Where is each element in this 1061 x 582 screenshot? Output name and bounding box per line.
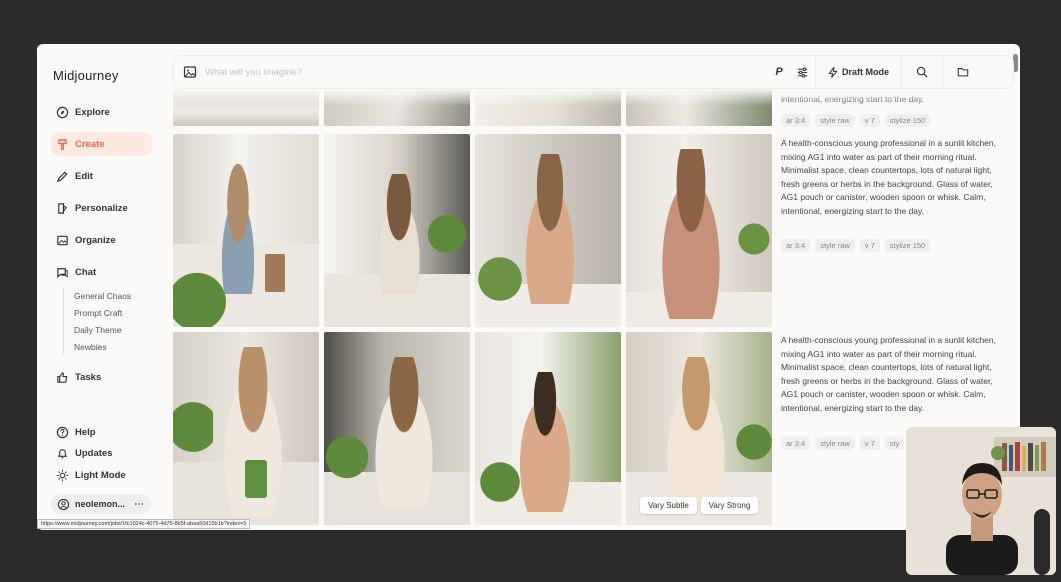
- user-avatar-icon: [56, 497, 70, 511]
- generated-image[interactable]: [173, 134, 319, 327]
- generated-image[interactable]: [173, 88, 319, 126]
- image-icon: [55, 233, 69, 247]
- thumbs-up-icon: [55, 370, 69, 384]
- username: neolemon...: [75, 499, 126, 509]
- image-upload-icon[interactable]: [183, 65, 197, 79]
- tag-version[interactable]: v 7: [859, 437, 880, 450]
- prompt-text: A health-conscious young professional in…: [781, 138, 996, 216]
- draft-mode-label: Draft Mode: [842, 67, 889, 77]
- prompt-tags: ar 3:4 style raw v 7 stylize 150: [781, 114, 931, 127]
- personalize-icon: [55, 201, 69, 215]
- sidebar-item-label: Explore: [75, 106, 110, 118]
- bell-icon: [55, 446, 69, 460]
- generated-image[interactable]: [626, 88, 772, 126]
- sidebar-item-light-mode[interactable]: Light Mode: [51, 463, 152, 487]
- sidebar-item-label: Light Mode: [75, 469, 126, 481]
- brush-icon: [55, 137, 69, 151]
- sidebar-item-label: Updates: [75, 447, 113, 459]
- webcam-overlay: [906, 427, 1056, 575]
- channel-daily-theme[interactable]: Daily Theme: [74, 325, 122, 335]
- chat-icon: [55, 265, 69, 279]
- channel-general-chaos[interactable]: General Chaos: [74, 291, 131, 301]
- generated-image[interactable]: [324, 88, 470, 126]
- tag-version[interactable]: v 7: [859, 114, 880, 127]
- tag-aspect-ratio[interactable]: ar 3:4: [781, 437, 811, 450]
- tag-aspect-ratio[interactable]: ar 3:4: [781, 114, 811, 127]
- sidebar-item-organize[interactable]: Organize: [51, 228, 152, 252]
- search-icon: [916, 66, 928, 78]
- compass-icon: [55, 105, 69, 119]
- vary-strong-button[interactable]: Vary Strong: [701, 497, 758, 514]
- draft-mode-button[interactable]: Draft Mode: [816, 58, 901, 86]
- channel-divider: [63, 288, 64, 354]
- prompt-text: A health-conscious young professional in…: [781, 335, 996, 413]
- imagine-input[interactable]: [205, 66, 765, 78]
- generated-image[interactable]: [173, 332, 319, 525]
- personalize-toggle[interactable]: P: [769, 58, 789, 86]
- app-window: Midjourney Explore Create Edit Personali…: [37, 44, 1020, 530]
- sidebar-item-explore[interactable]: Explore: [51, 100, 152, 124]
- settings-button[interactable]: [789, 58, 815, 86]
- sidebar: Midjourney Explore Create Edit Personali…: [37, 44, 167, 530]
- user-menu[interactable]: neolemon... ⋯: [51, 494, 151, 514]
- presenter-video: [906, 427, 1056, 575]
- tag-style[interactable]: style raw: [815, 437, 855, 450]
- generated-image[interactable]: [324, 332, 470, 525]
- generated-image[interactable]: [626, 134, 772, 327]
- folder-icon: [957, 68, 969, 77]
- sidebar-item-label: Help: [75, 426, 96, 438]
- prompt-tags: ar 3:4 style raw v 7 stylize 150: [781, 239, 931, 252]
- sidebar-item-tasks[interactable]: Tasks: [51, 365, 152, 389]
- vary-subtle-button[interactable]: Vary Subtle: [640, 497, 697, 514]
- channel-prompt-craft[interactable]: Prompt Craft: [74, 308, 122, 318]
- prompt-text: intentional, energizing start to the day…: [781, 94, 925, 104]
- tag-style[interactable]: style raw: [815, 114, 855, 127]
- generated-image[interactable]: [475, 332, 621, 525]
- sliders-icon: [797, 66, 807, 78]
- tag-version[interactable]: v 7: [859, 239, 880, 252]
- more-icon[interactable]: ⋯: [134, 499, 144, 510]
- sidebar-item-personalize[interactable]: Personalize: [51, 196, 152, 220]
- tag-stylize[interactable]: sty: [884, 437, 905, 450]
- sidebar-item-label: Edit: [75, 170, 93, 182]
- sidebar-item-updates[interactable]: Updates: [51, 441, 152, 465]
- sidebar-item-create[interactable]: Create: [51, 132, 152, 156]
- channel-newbies[interactable]: Newbies: [74, 342, 107, 352]
- prompt-tags: ar 3:4 style raw v 7 sty: [781, 437, 905, 450]
- tag-style[interactable]: style raw: [815, 239, 855, 252]
- tag-aspect-ratio[interactable]: ar 3:4: [781, 239, 811, 252]
- tag-stylize[interactable]: stylize 150: [884, 239, 931, 252]
- brand-logo[interactable]: Midjourney: [53, 68, 119, 83]
- search-button[interactable]: [902, 58, 942, 86]
- sun-icon: [55, 468, 69, 482]
- sidebar-item-label: Chat: [75, 266, 97, 278]
- generated-image[interactable]: [475, 88, 621, 126]
- folder-button[interactable]: [943, 58, 983, 86]
- scrollbar[interactable]: [1013, 54, 1018, 72]
- sidebar-item-label: Personalize: [75, 202, 128, 214]
- sidebar-item-label: Create: [75, 138, 105, 150]
- sidebar-item-label: Organize: [75, 234, 116, 246]
- status-url: https://www.midjourney.com/jobs/1fc1024c…: [37, 519, 251, 529]
- help-icon: [55, 425, 69, 439]
- sidebar-item-chat[interactable]: Chat: [51, 260, 152, 284]
- sidebar-item-edit[interactable]: Edit: [51, 164, 152, 188]
- sidebar-item-label: Tasks: [75, 371, 102, 383]
- tag-stylize[interactable]: stylize 150: [884, 114, 931, 127]
- prompt-bar: P Draft Mode: [173, 56, 1013, 88]
- edit-icon: [55, 169, 69, 183]
- generated-image[interactable]: [324, 134, 470, 327]
- generated-image[interactable]: [475, 134, 621, 327]
- lightning-icon: [828, 66, 838, 78]
